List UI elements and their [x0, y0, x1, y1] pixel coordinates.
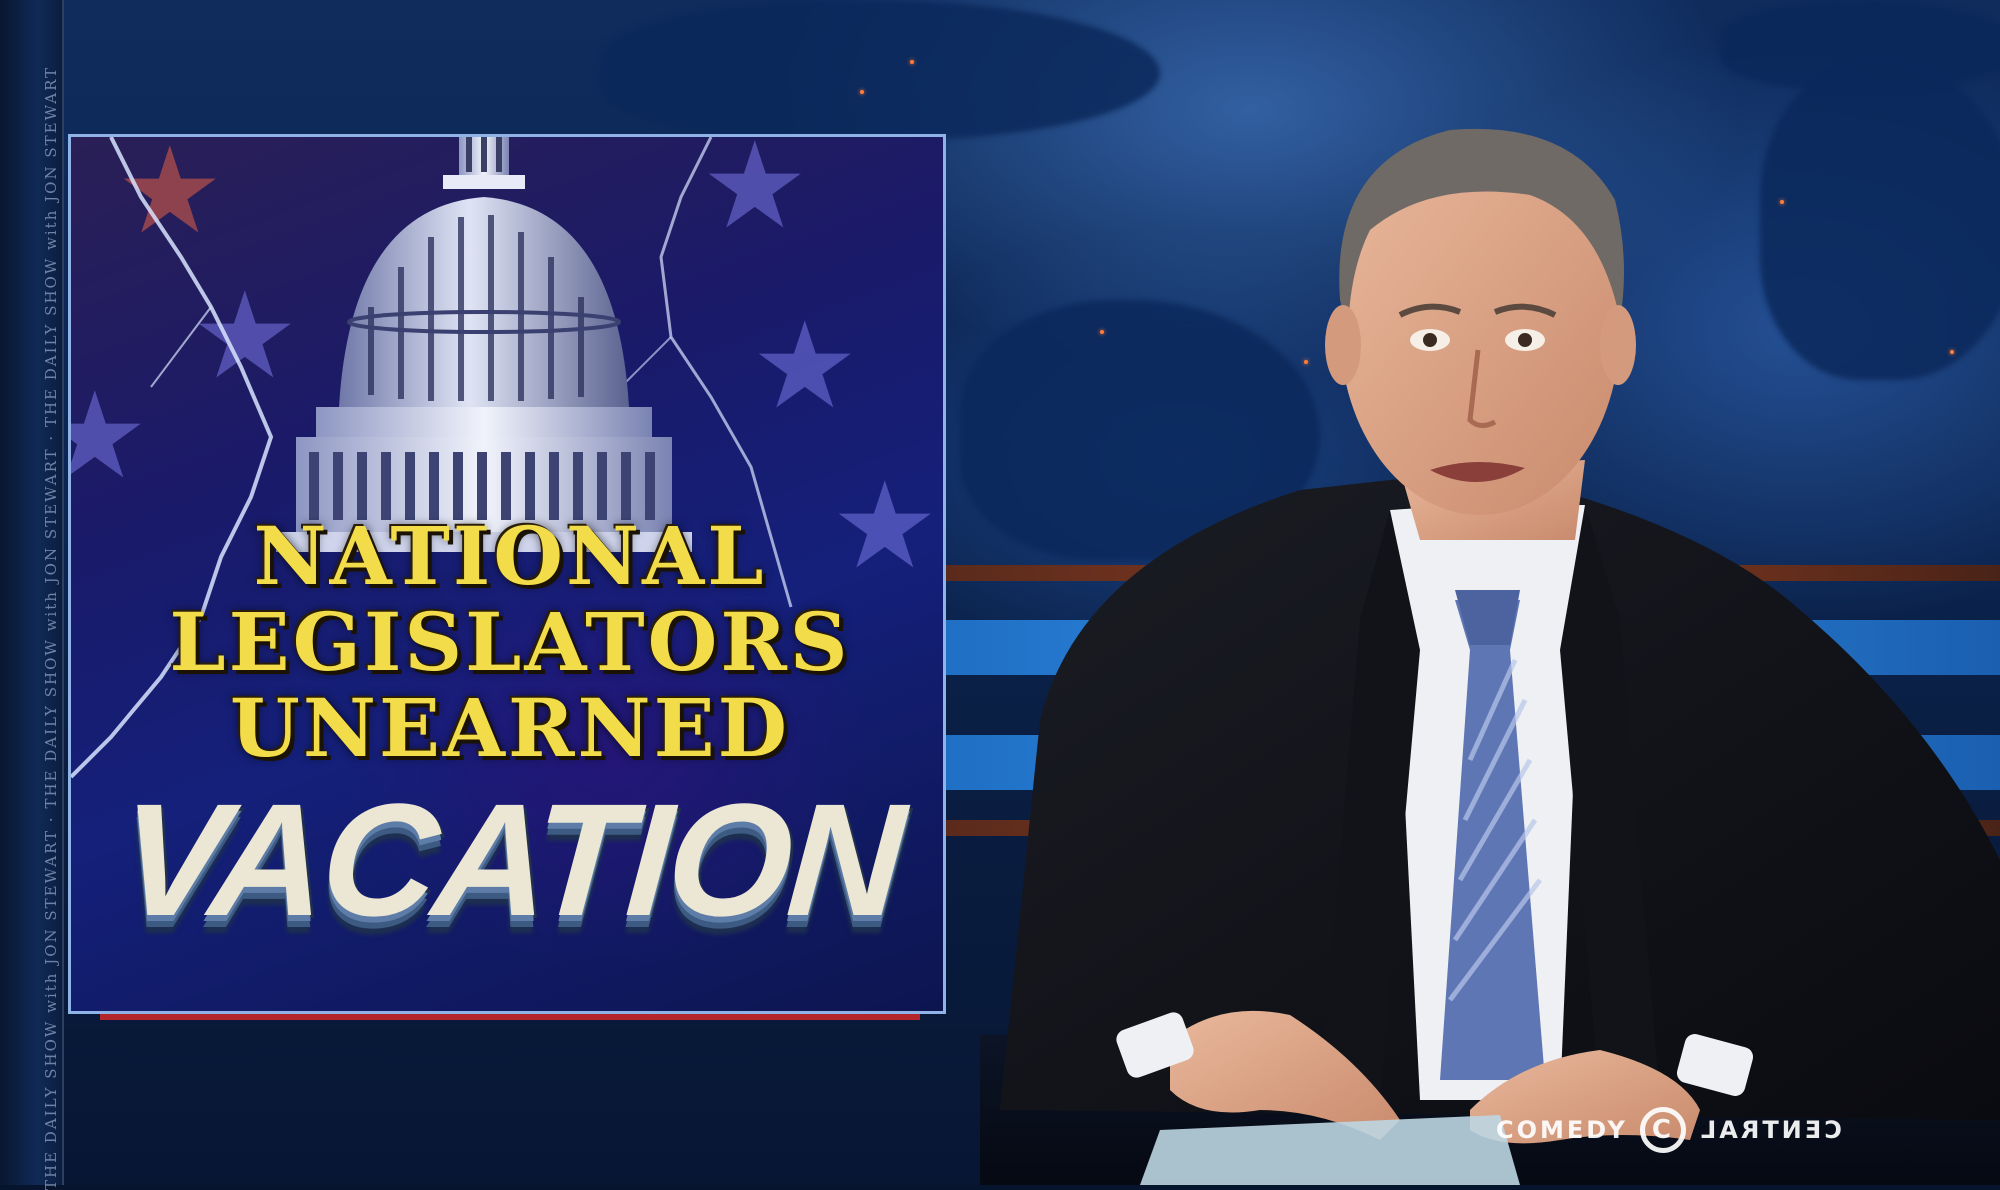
host-figure	[1000, 128, 2000, 1185]
network-logo-left-text: COMEDY	[1496, 1116, 1628, 1144]
network-logo-mark-icon: C	[1639, 1107, 1686, 1153]
network-logo-right-text: CENTRAL	[1697, 1116, 1842, 1144]
network-logo: COMEDY C CENTRAL	[1496, 1106, 1842, 1154]
